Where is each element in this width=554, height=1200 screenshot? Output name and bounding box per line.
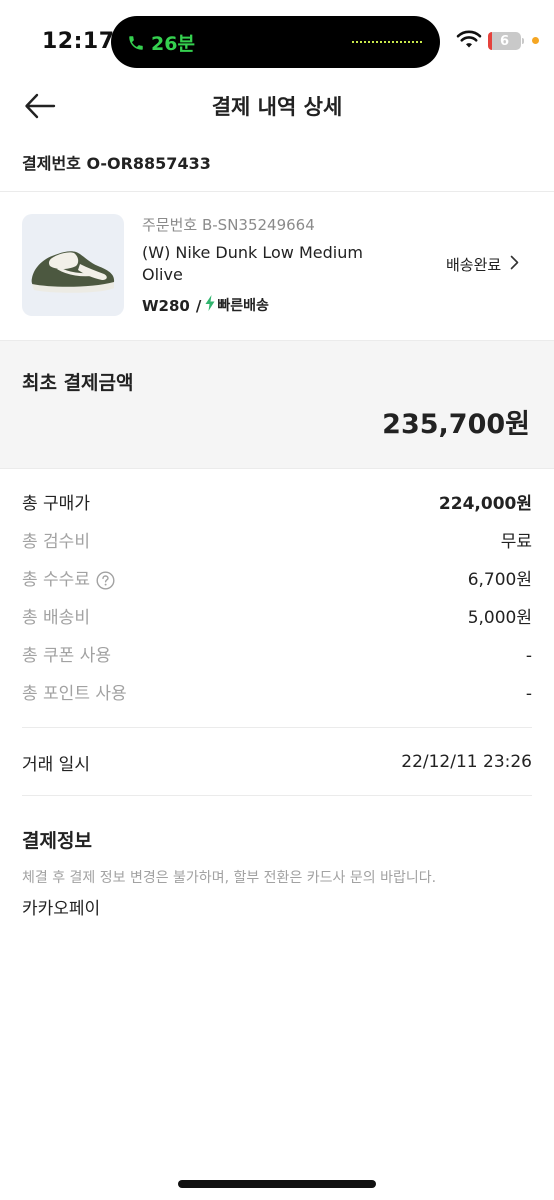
fee-label: 총 수수료 xyxy=(22,570,90,590)
phone-icon xyxy=(127,33,145,53)
fee-row-inspection: 총 검수비 무료 xyxy=(22,529,532,555)
divider xyxy=(22,727,532,728)
fee-label: 총 구매가 xyxy=(22,494,90,514)
fee-row-coupon: 총 쿠폰 사용 - xyxy=(22,643,532,669)
fee-value: 6,700원 xyxy=(467,570,532,590)
shipping-status: 배송완료 xyxy=(446,256,502,274)
payment-method: 카카오페이 xyxy=(22,899,101,919)
trade-label: 거래 일시 xyxy=(22,754,90,775)
fee-label-commission: 총 수수료 xyxy=(22,567,115,593)
call-indicator: 26분 xyxy=(127,29,195,56)
arrow-left-icon xyxy=(24,93,56,123)
product-image[interactable] xyxy=(22,214,124,316)
page-title: 결제 내역 상세 xyxy=(211,95,343,119)
fee-label: 총 배송비 xyxy=(22,608,90,628)
product-option: W280 / 빠른배송 xyxy=(142,294,269,318)
payment-info-note: 체결 후 결제 정보 변경은 불가하며, 할부 전환은 카드사 문의 바랍니다. xyxy=(22,870,437,886)
mic-indicator-dot xyxy=(532,37,539,44)
payment-info-title: 결제정보 xyxy=(22,830,92,852)
wifi-icon xyxy=(456,30,482,54)
dynamic-island-call[interactable]: 26분 xyxy=(111,16,440,68)
home-indicator[interactable] xyxy=(178,1180,376,1188)
help-icon[interactable] xyxy=(96,570,115,590)
trade-datetime-row: 거래 일시 22/12/11 23:26 xyxy=(22,748,532,776)
fee-value: 5,000원 xyxy=(467,608,532,628)
fee-value: - xyxy=(525,684,532,704)
divider xyxy=(0,191,554,192)
delivery-type: 빠른배송 xyxy=(217,298,269,314)
summary-label: 최초 결제금액 xyxy=(22,372,134,394)
product-size: W280 xyxy=(142,297,190,315)
battery-cap xyxy=(522,38,524,44)
status-time: 12:17 xyxy=(42,29,115,54)
divider xyxy=(22,795,532,796)
lightning-icon xyxy=(205,294,215,318)
chevron-right-icon xyxy=(510,252,519,278)
option-separator: / xyxy=(195,297,202,315)
fee-label: 총 포인트 사용 xyxy=(22,684,127,704)
audio-wave-icon xyxy=(352,41,422,43)
fee-label: 총 검수비 xyxy=(22,532,90,552)
fee-value: 224,000원 xyxy=(438,494,532,514)
order-number: 주문번호 B-SN35249664 xyxy=(142,216,315,234)
fee-value: - xyxy=(525,646,532,666)
fee-row-commission: 총 수수료 6,700원 xyxy=(22,567,532,593)
payment-summary: 최초 결제금액 235,700원 xyxy=(0,340,554,469)
fee-row-points: 총 포인트 사용 - xyxy=(22,681,532,707)
fee-value: 무료 xyxy=(500,532,532,552)
trade-value: 22/12/11 23:26 xyxy=(401,752,532,772)
fee-row-total-price: 총 구매가 224,000원 xyxy=(22,491,532,517)
payment-number: 결제번호 O-OR8857433 xyxy=(22,154,211,173)
product-name[interactable]: (W) Nike Dunk Low Medium Olive xyxy=(142,242,372,286)
battery-level: 6 xyxy=(499,33,510,49)
sneaker-image xyxy=(31,251,115,293)
fee-row-shipping: 총 배송비 5,000원 xyxy=(22,605,532,631)
back-button[interactable] xyxy=(22,92,58,124)
fee-label: 총 쿠폰 사용 xyxy=(22,646,112,666)
shipping-status-link[interactable]: 배송완료 xyxy=(446,252,519,278)
battery-icon: 6 xyxy=(488,32,521,50)
summary-amount: 235,700원 xyxy=(382,409,530,440)
status-bar: 12:17 26분 6 xyxy=(0,0,554,84)
call-duration: 26분 xyxy=(151,33,195,55)
